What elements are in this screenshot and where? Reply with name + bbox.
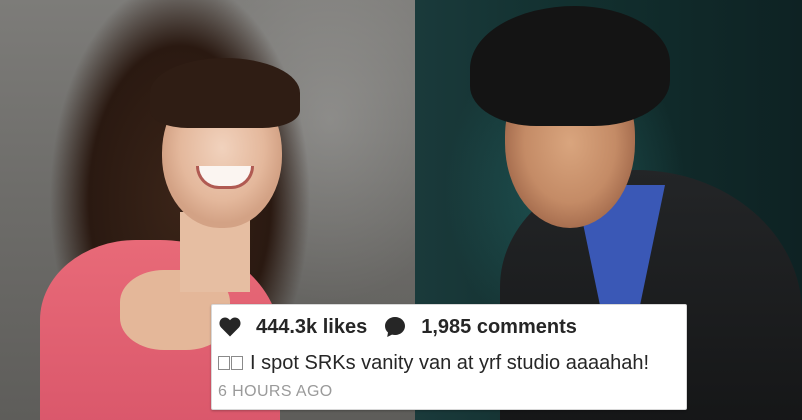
comments-stat[interactable]: 1,985 comments xyxy=(383,315,577,339)
woman-bangs xyxy=(150,58,300,128)
post-stats: 444.3k likes 1,985 comments xyxy=(218,313,680,341)
missing-glyph-emoji-icon xyxy=(231,356,243,370)
man-hair xyxy=(470,6,670,126)
post-timestamp: 6 HOURS AGO xyxy=(218,383,333,400)
caption-row: I spot SRKs vanity van at yrf studio aaa… xyxy=(218,349,680,377)
heart-icon[interactable] xyxy=(218,315,242,339)
comment-bubble-icon[interactable] xyxy=(383,315,407,339)
missing-glyph-emoji-icon xyxy=(218,356,230,370)
likes-count: 444.3k likes xyxy=(256,315,368,338)
caption-text: I spot SRKs vanity van at yrf studio aaa… xyxy=(250,351,650,374)
likes-stat[interactable]: 444.3k likes xyxy=(218,315,367,339)
post-caption-card: 444.3k likes 1,985 comments I spot SRKs … xyxy=(211,304,687,410)
comments-count: 1,985 comments xyxy=(421,315,577,338)
